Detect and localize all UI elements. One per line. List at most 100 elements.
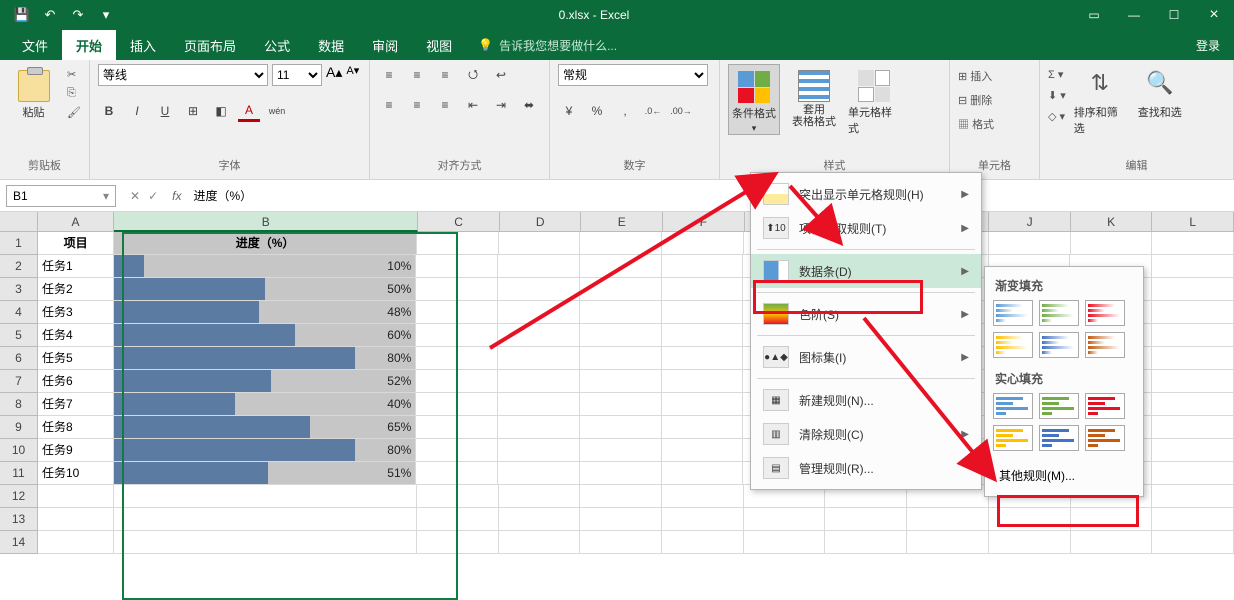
cell[interactable] [580,370,662,393]
cell[interactable] [38,531,114,554]
paste-button[interactable]: 粘贴 [8,64,59,120]
cell[interactable]: 60% [114,324,416,347]
column-header-L[interactable]: L [1152,212,1234,232]
cell[interactable] [580,416,662,439]
cell[interactable]: 任务1 [38,255,114,278]
cell[interactable] [1152,255,1234,278]
row-header-4[interactable]: 4 [0,301,38,324]
ribbon-options-icon[interactable]: ▭ [1074,0,1114,30]
cell[interactable]: 任务7 [38,393,114,416]
cell[interactable]: 任务9 [38,439,114,462]
cell[interactable] [989,508,1071,531]
menu-clear-rules[interactable]: ▥ 清除规则(C)▶ [751,417,981,451]
cut-icon[interactable]: ✂ [67,68,81,81]
cell[interactable] [744,531,826,554]
cell[interactable] [1152,416,1234,439]
find-select-button[interactable]: 🔍 查找和选 [1134,64,1186,120]
cell[interactable] [662,462,744,485]
fx-icon[interactable]: fx [166,189,187,203]
cell[interactable] [825,531,907,554]
cell[interactable] [744,508,826,531]
fill-color-button[interactable]: ◧ [210,100,232,122]
cell[interactable]: 80% [114,347,416,370]
tell-me-search[interactable]: 💡 告诉我您想要做什么... [466,30,617,60]
databar-swatch[interactable] [1085,393,1125,419]
cell[interactable] [1152,393,1234,416]
format-cells-button[interactable]: ▦ 格式 [958,116,994,132]
clear-icon[interactable]: ◇ ▾ [1048,110,1066,123]
column-header-D[interactable]: D [500,212,582,232]
cell[interactable] [416,439,498,462]
cell[interactable] [499,531,581,554]
align-bottom-icon[interactable]: ≡ [434,64,456,86]
cell[interactable] [417,531,499,554]
cell[interactable] [1071,232,1153,255]
row-header-7[interactable]: 7 [0,370,38,393]
sort-filter-button[interactable]: ⇅ 排序和筛选 [1074,64,1126,136]
cell[interactable]: 50% [114,278,416,301]
increase-font-icon[interactable]: A▴ [326,64,342,86]
cell[interactable] [580,255,662,278]
cell[interactable] [662,324,744,347]
row-header-3[interactable]: 3 [0,278,38,301]
fill-icon[interactable]: ⬇ ▾ [1048,89,1066,102]
align-center-icon[interactable]: ≡ [406,94,428,116]
sign-in-link[interactable]: 登录 [1182,30,1234,60]
tab-view[interactable]: 视图 [412,30,466,60]
align-top-icon[interactable]: ≡ [378,64,400,86]
cell[interactable] [1152,232,1234,255]
undo-icon[interactable]: ↶ [42,7,58,23]
cell[interactable]: 任务5 [38,347,114,370]
cell[interactable] [580,278,662,301]
row-header-8[interactable]: 8 [0,393,38,416]
row-header-6[interactable]: 6 [0,347,38,370]
delete-cells-button[interactable]: ⊟ 删除 [958,92,994,108]
cell[interactable] [1152,439,1234,462]
row-header-5[interactable]: 5 [0,324,38,347]
cell[interactable] [662,301,744,324]
menu-new-rule[interactable]: ▦ 新建规则(N)... [751,383,981,417]
cell[interactable] [580,301,662,324]
cell[interactable] [498,370,580,393]
cell[interactable] [989,531,1071,554]
column-header-F[interactable]: F [663,212,745,232]
cell[interactable] [580,462,662,485]
format-as-table-button[interactable]: 套用 表格格式 [788,64,840,128]
cell[interactable] [825,508,907,531]
cell[interactable] [499,508,581,531]
cell[interactable] [1071,531,1153,554]
insert-cells-button[interactable]: ⊞ 插入 [958,68,994,84]
row-header-13[interactable]: 13 [0,508,38,531]
bold-button[interactable]: B [98,100,120,122]
cell[interactable] [1152,278,1234,301]
tab-insert[interactable]: 插入 [116,30,170,60]
more-rules-item[interactable]: 其他规则(M)... [993,459,1135,492]
row-header-1[interactable]: 1 [0,232,38,255]
name-box[interactable]: B1▾ [6,185,116,207]
databar-swatch[interactable] [1039,332,1079,358]
cell[interactable] [498,301,580,324]
decrease-indent-icon[interactable]: ⇤ [462,94,484,116]
cell[interactable] [416,301,498,324]
column-header-E[interactable]: E [581,212,663,232]
cancel-formula-icon[interactable]: ✕ [130,189,140,203]
cell[interactable] [498,255,580,278]
cell[interactable] [499,485,581,508]
close-icon[interactable]: × [1194,0,1234,30]
cell[interactable] [580,439,662,462]
cell[interactable] [580,393,662,416]
cell[interactable] [417,508,499,531]
number-format-combo[interactable]: 常规 [558,64,708,86]
cell[interactable] [498,439,580,462]
cell[interactable]: 任务4 [38,324,114,347]
cell[interactable]: 项目 [38,232,114,255]
column-header-B[interactable]: B [114,212,418,232]
redo-icon[interactable]: ↷ [70,7,86,23]
cell[interactable]: 进度（%） [114,232,417,255]
cell[interactable] [580,508,662,531]
databar-swatch[interactable] [1085,425,1125,451]
cell[interactable]: 任务8 [38,416,114,439]
tab-home[interactable]: 开始 [62,30,116,60]
cell[interactable] [416,347,498,370]
cell[interactable] [662,232,744,255]
